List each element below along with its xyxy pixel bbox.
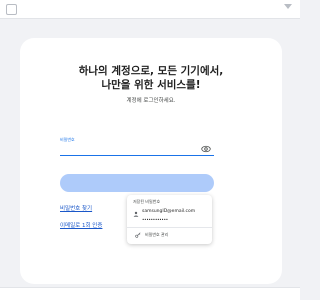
- password-field[interactable]: [60, 145, 214, 156]
- page-subtitle: 계정에 로그인하세요.: [126, 98, 176, 104]
- account-icon: [133, 211, 139, 217]
- saved-account-email: samsungID@email.com: [142, 209, 196, 214]
- popup-divider: [127, 227, 212, 228]
- key-icon: [135, 232, 141, 238]
- saved-password-popup: 저장된 비밀번호 samsungID@email.com •••••••••••…: [127, 195, 212, 244]
- next-button[interactable]: [60, 174, 214, 192]
- saved-password-title: 저장된 비밀번호: [133, 199, 161, 204]
- headline-line-2: 나만을 위한 서비스를!: [101, 79, 201, 91]
- manage-passwords-item[interactable]: 비밀번호 관리: [127, 230, 212, 241]
- page-title: 하나의 계정으로, 모든 기기에서, 나만을 위한 서비스를!: [20, 64, 282, 92]
- bottom-bar: [0, 287, 300, 300]
- headline-line-1: 하나의 계정으로, 모든 기기에서,: [78, 65, 224, 77]
- tab-icon[interactable]: [6, 4, 17, 15]
- eye-icon[interactable]: [201, 145, 211, 153]
- find-password-link[interactable]: 비밀번호 찾기: [60, 204, 92, 212]
- login-card: 하나의 계정으로, 모든 기기에서, 나만을 위한 서비스를! 계정에 로그인하…: [20, 38, 282, 284]
- password-field-label: 비밀번호: [60, 137, 75, 142]
- saved-account-row[interactable]: samsungID@email.com ••••••••••••: [127, 206, 212, 226]
- chevron-down-icon[interactable]: [284, 4, 292, 9]
- browser-toolbar: [0, 0, 300, 19]
- email-auth-link[interactable]: 이메일로 1회 인증: [60, 221, 102, 229]
- saved-account-password: ••••••••••••: [142, 217, 168, 222]
- manage-passwords-label: 비밀번호 관리: [145, 232, 169, 237]
